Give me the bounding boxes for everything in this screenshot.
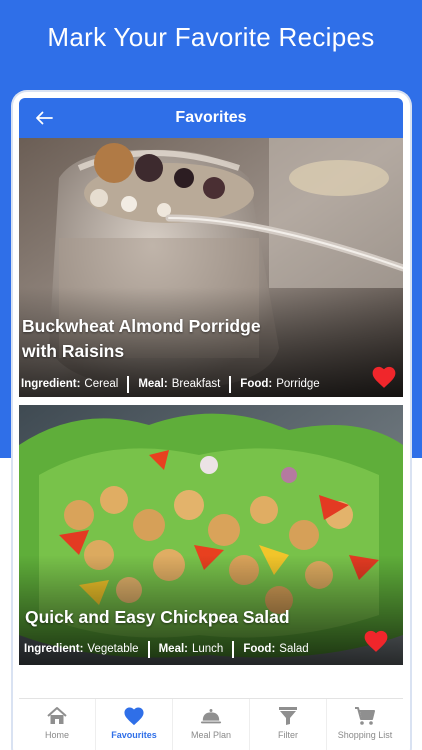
tab-label: Meal Plan [190,730,232,740]
home-icon [47,707,67,724]
favorite-button[interactable] [363,629,389,653]
divider [229,375,232,393]
recipe-card[interactable]: Buckwheat Almond Porridge with Raisins I… [19,138,403,397]
ingredient-label: Ingredient: [24,643,84,655]
heart-icon [364,630,388,652]
favorite-button[interactable] [371,365,397,389]
tab-shopping-list[interactable]: Shopping List [327,699,403,750]
back-button[interactable] [33,108,55,128]
heart-icon [372,366,396,388]
recipe-meta: Ingredient: Vegetable Meal: Lunch Food: … [24,640,363,658]
divider [147,640,150,658]
tab-label: Shopping List [337,730,393,740]
ingredient-value: Cereal [84,378,119,390]
meal-label: Meal: [138,378,168,390]
tab-filter[interactable]: Filter [250,699,327,750]
tab-home[interactable]: Home [19,699,96,750]
tab-label: Filter [278,730,298,740]
recipe-title: Quick and Easy Chickpea Salad [25,605,313,630]
cloche-icon [200,709,222,724]
food-value: Porridge [276,378,320,390]
ingredient-value: Vegetable [87,643,139,655]
recipe-title-line: with Raisins [22,341,125,361]
recipe-title: Buckwheat Almond Porridge with Raisins [22,314,313,364]
tab-label: Home [44,730,69,740]
recipe-card[interactable]: Quick and Easy Chickpea Salad Ingredient… [19,405,403,665]
food-label: Food: [243,643,276,655]
meal-value: Lunch [192,643,224,655]
bottom-tab-bar: Home Favourites Meal Plan Filter Shoppin… [19,698,403,750]
ingredient-label: Ingredient: [21,378,81,390]
recipe-meta: Ingredient: Cereal Meal: Breakfast Food:… [21,375,363,393]
meal-label: Meal: [158,643,188,655]
promo-title: Mark Your Favorite Recipes [47,22,375,52]
filter-icon [279,707,297,725]
food-value: Salad [279,643,309,655]
divider [232,640,235,658]
page-title: Favorites [175,109,247,126]
tab-favourites[interactable]: Favourites [96,699,173,750]
cart-icon [355,707,375,725]
divider [127,375,130,393]
app-bar: Favorites [19,98,403,138]
food-label: Food: [240,378,273,390]
recipe-title-line: Buckwheat Almond Porridge [22,316,261,336]
arrow-left-icon [36,111,53,125]
meal-value: Breakfast [171,378,221,390]
app-screen: Favorites Buckwheat Almond Porridge with… [19,98,403,750]
recipe-title-line: Quick and Easy Chickpea Salad [25,607,290,627]
heart-icon [124,707,144,726]
tab-label: Favourites [111,730,157,740]
tab-meal-plan[interactable]: Meal Plan [173,699,250,750]
